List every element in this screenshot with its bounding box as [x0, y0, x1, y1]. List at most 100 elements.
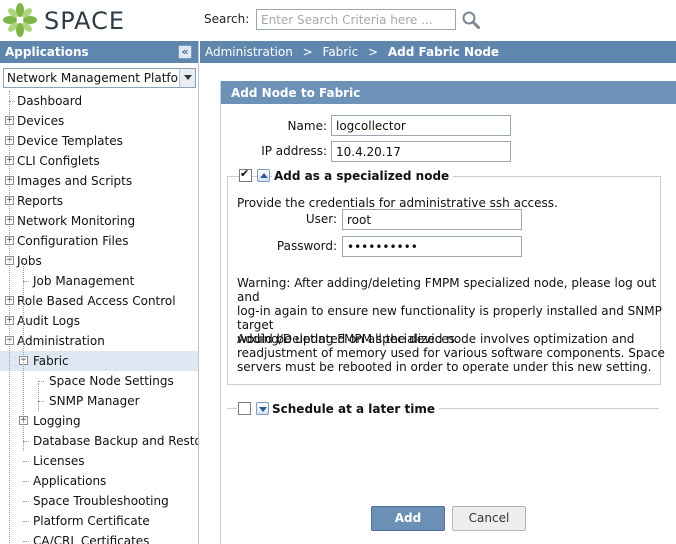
- tree-item-licenses[interactable]: Licenses: [0, 451, 198, 471]
- tree-item-snmp-manager[interactable]: SNMP Manager: [0, 391, 198, 411]
- breadcrumb-item-fabric[interactable]: Fabric: [323, 45, 359, 59]
- password-field[interactable]: [342, 236, 522, 257]
- tree-item-label: Platform Certificate: [33, 514, 150, 528]
- tree-item-label: Network Monitoring: [17, 214, 136, 228]
- tree-guide-line: [9, 91, 10, 544]
- tree-item-label: Configuration Files: [17, 234, 129, 248]
- tree-item-label: Reports: [17, 194, 64, 208]
- ip-address-label: IP address:: [261, 144, 327, 158]
- panel-title: Applications: [5, 45, 89, 59]
- tree-item-label: Applications: [33, 474, 107, 488]
- tree-connector: [38, 381, 44, 382]
- tree-item-cli-configlets[interactable]: + CLI Configlets: [0, 151, 198, 171]
- credentials-intro: Provide the credentials for administrati…: [237, 196, 558, 210]
- tree-item-label: Job Management: [33, 274, 135, 288]
- collapse-panel-icon[interactable]: «: [178, 45, 192, 59]
- ip-address-field[interactable]: [331, 141, 511, 162]
- search-icon[interactable]: [461, 10, 481, 30]
- tree-item-dashboard[interactable]: Dashboard: [0, 91, 198, 111]
- breadcrumb-separator: >: [368, 45, 379, 59]
- tree-item-label: Space Node Settings: [49, 374, 174, 388]
- tree-item-network-monitoring[interactable]: + Network Monitoring: [0, 211, 198, 231]
- breadcrumb-separator: >: [302, 45, 313, 59]
- search-label: Search:: [204, 12, 250, 26]
- tree-item-space-node-settings[interactable]: Space Node Settings: [0, 371, 198, 391]
- tree-item-database-backup-and-restore[interactable]: Database Backup and Restore: [0, 431, 199, 451]
- tree-connector: [23, 461, 29, 462]
- navigation-tree: Dashboard + Devices + Device Templates + CLI C…: [0, 91, 199, 544]
- tree-item-label: Logging: [33, 414, 81, 428]
- tree-item-label: Audit Logs: [17, 314, 80, 328]
- breadcrumb-item-administration[interactable]: Administration: [205, 45, 293, 59]
- tree-item-fabric[interactable]: − Fabric: [0, 351, 198, 371]
- warning-line: log-in again to ensure new functionality…: [237, 304, 662, 332]
- chevron-down-icon[interactable]: [179, 69, 195, 87]
- tree-item-applications[interactable]: Applications: [0, 471, 198, 491]
- expand-section-icon[interactable]: [256, 402, 269, 415]
- schedule-divider: [227, 408, 237, 409]
- tree-guide-line: [23, 263, 24, 451]
- search-input[interactable]: [256, 9, 456, 30]
- user-label: User:: [305, 212, 337, 226]
- tree-item-devices[interactable]: + Devices: [0, 111, 198, 131]
- tree-item-platform-certificate[interactable]: Platform Certificate: [0, 511, 198, 531]
- password-label: Password:: [276, 239, 337, 253]
- tree-connector: [23, 481, 29, 482]
- tree-item-job-management[interactable]: Job Management: [0, 271, 198, 291]
- note-line: Adding/Deleting FMPM specialized node in…: [237, 332, 635, 346]
- tree-item-label: Images and Scripts: [17, 174, 133, 188]
- tree-item-label: Device Templates: [17, 134, 123, 148]
- tree-item-label: Administration: [17, 334, 105, 348]
- name-field[interactable]: [331, 115, 511, 136]
- form-title: Add Node to Fabric: [221, 81, 676, 104]
- tree-item-jobs[interactable]: − Jobs: [0, 251, 198, 271]
- schedule-checkbox[interactable]: [238, 402, 251, 415]
- tree-connector: [23, 541, 29, 542]
- tree-item-label: Database Backup and Restore: [33, 434, 199, 448]
- space-logo-icon: [3, 3, 37, 37]
- specialized-node-checkbox[interactable]: [239, 167, 252, 182]
- application-select[interactable]: Network Management Platform: [3, 68, 196, 88]
- add-node-form: Add Node to Fabric Name: IP address: Add…: [220, 81, 676, 544]
- name-label: Name:: [287, 119, 327, 133]
- breadcrumb: Administration > Fabric > Add Fabric Nod…: [200, 41, 676, 63]
- note-line: readjustment of memory used for various …: [237, 346, 665, 360]
- tree-connector: [23, 501, 29, 502]
- tree-item-label: CLI Configlets: [17, 154, 100, 168]
- tree-item-reports[interactable]: + Reports: [0, 191, 198, 211]
- tree-item-device-templates[interactable]: + Device Templates: [0, 131, 198, 151]
- tree-item-ca-crl-certificates[interactable]: CA/CRL Certificates: [0, 531, 198, 544]
- note-line: servers must be rebooted in order to ope…: [237, 360, 652, 374]
- tree-item-label: Devices: [17, 114, 65, 128]
- tree-connector: [23, 521, 29, 522]
- schedule-label: Schedule at a later time: [270, 401, 439, 417]
- tree-item-configuration-files[interactable]: + Configuration Files: [0, 231, 198, 251]
- add-button[interactable]: Add: [371, 506, 445, 531]
- tree-item-role-based-access-control[interactable]: + Role Based Access Control: [0, 291, 198, 311]
- tree-item-logging[interactable]: + Logging: [0, 411, 198, 431]
- tree-item-images-and-scripts[interactable]: + Images and Scripts: [0, 171, 198, 191]
- tree-guide-line: [38, 383, 39, 411]
- collapse-section-icon[interactable]: [257, 169, 270, 182]
- user-field[interactable]: [342, 209, 522, 230]
- reboot-note-text: Adding/Deleting FMPM specialized node in…: [237, 332, 665, 374]
- tree-item-label: Fabric: [33, 354, 69, 368]
- tree-item-space-troubleshooting[interactable]: Space Troubleshooting: [0, 491, 198, 511]
- tree-item-label: Space Troubleshooting: [33, 494, 169, 508]
- top-header: SPACE Search:: [0, 0, 676, 40]
- app-logo-text: SPACE: [44, 7, 126, 35]
- breadcrumb-current: Add Fabric Node: [387, 45, 500, 59]
- applications-panel-header: Applications «: [0, 41, 198, 63]
- application-select-value: Network Management Platform: [7, 71, 195, 85]
- applications-panel: Applications « Network Management Platfo…: [0, 41, 199, 544]
- tree-item-label: SNMP Manager: [49, 394, 140, 408]
- warning-line: Warning: After adding/deleting FMPM spec…: [237, 276, 657, 304]
- tree-item-label: Licenses: [33, 454, 85, 468]
- cancel-button[interactable]: Cancel: [452, 506, 526, 531]
- tree-item-audit-logs[interactable]: + Audit Logs: [0, 311, 198, 331]
- tree-item-label: Dashboard: [17, 94, 83, 108]
- tree-item-label: Role Based Access Control: [17, 294, 176, 308]
- tree-item-label: Jobs: [17, 254, 42, 268]
- specialized-node-label: Add as a specialized node: [272, 168, 454, 184]
- tree-item-administration[interactable]: − Administration: [0, 331, 198, 351]
